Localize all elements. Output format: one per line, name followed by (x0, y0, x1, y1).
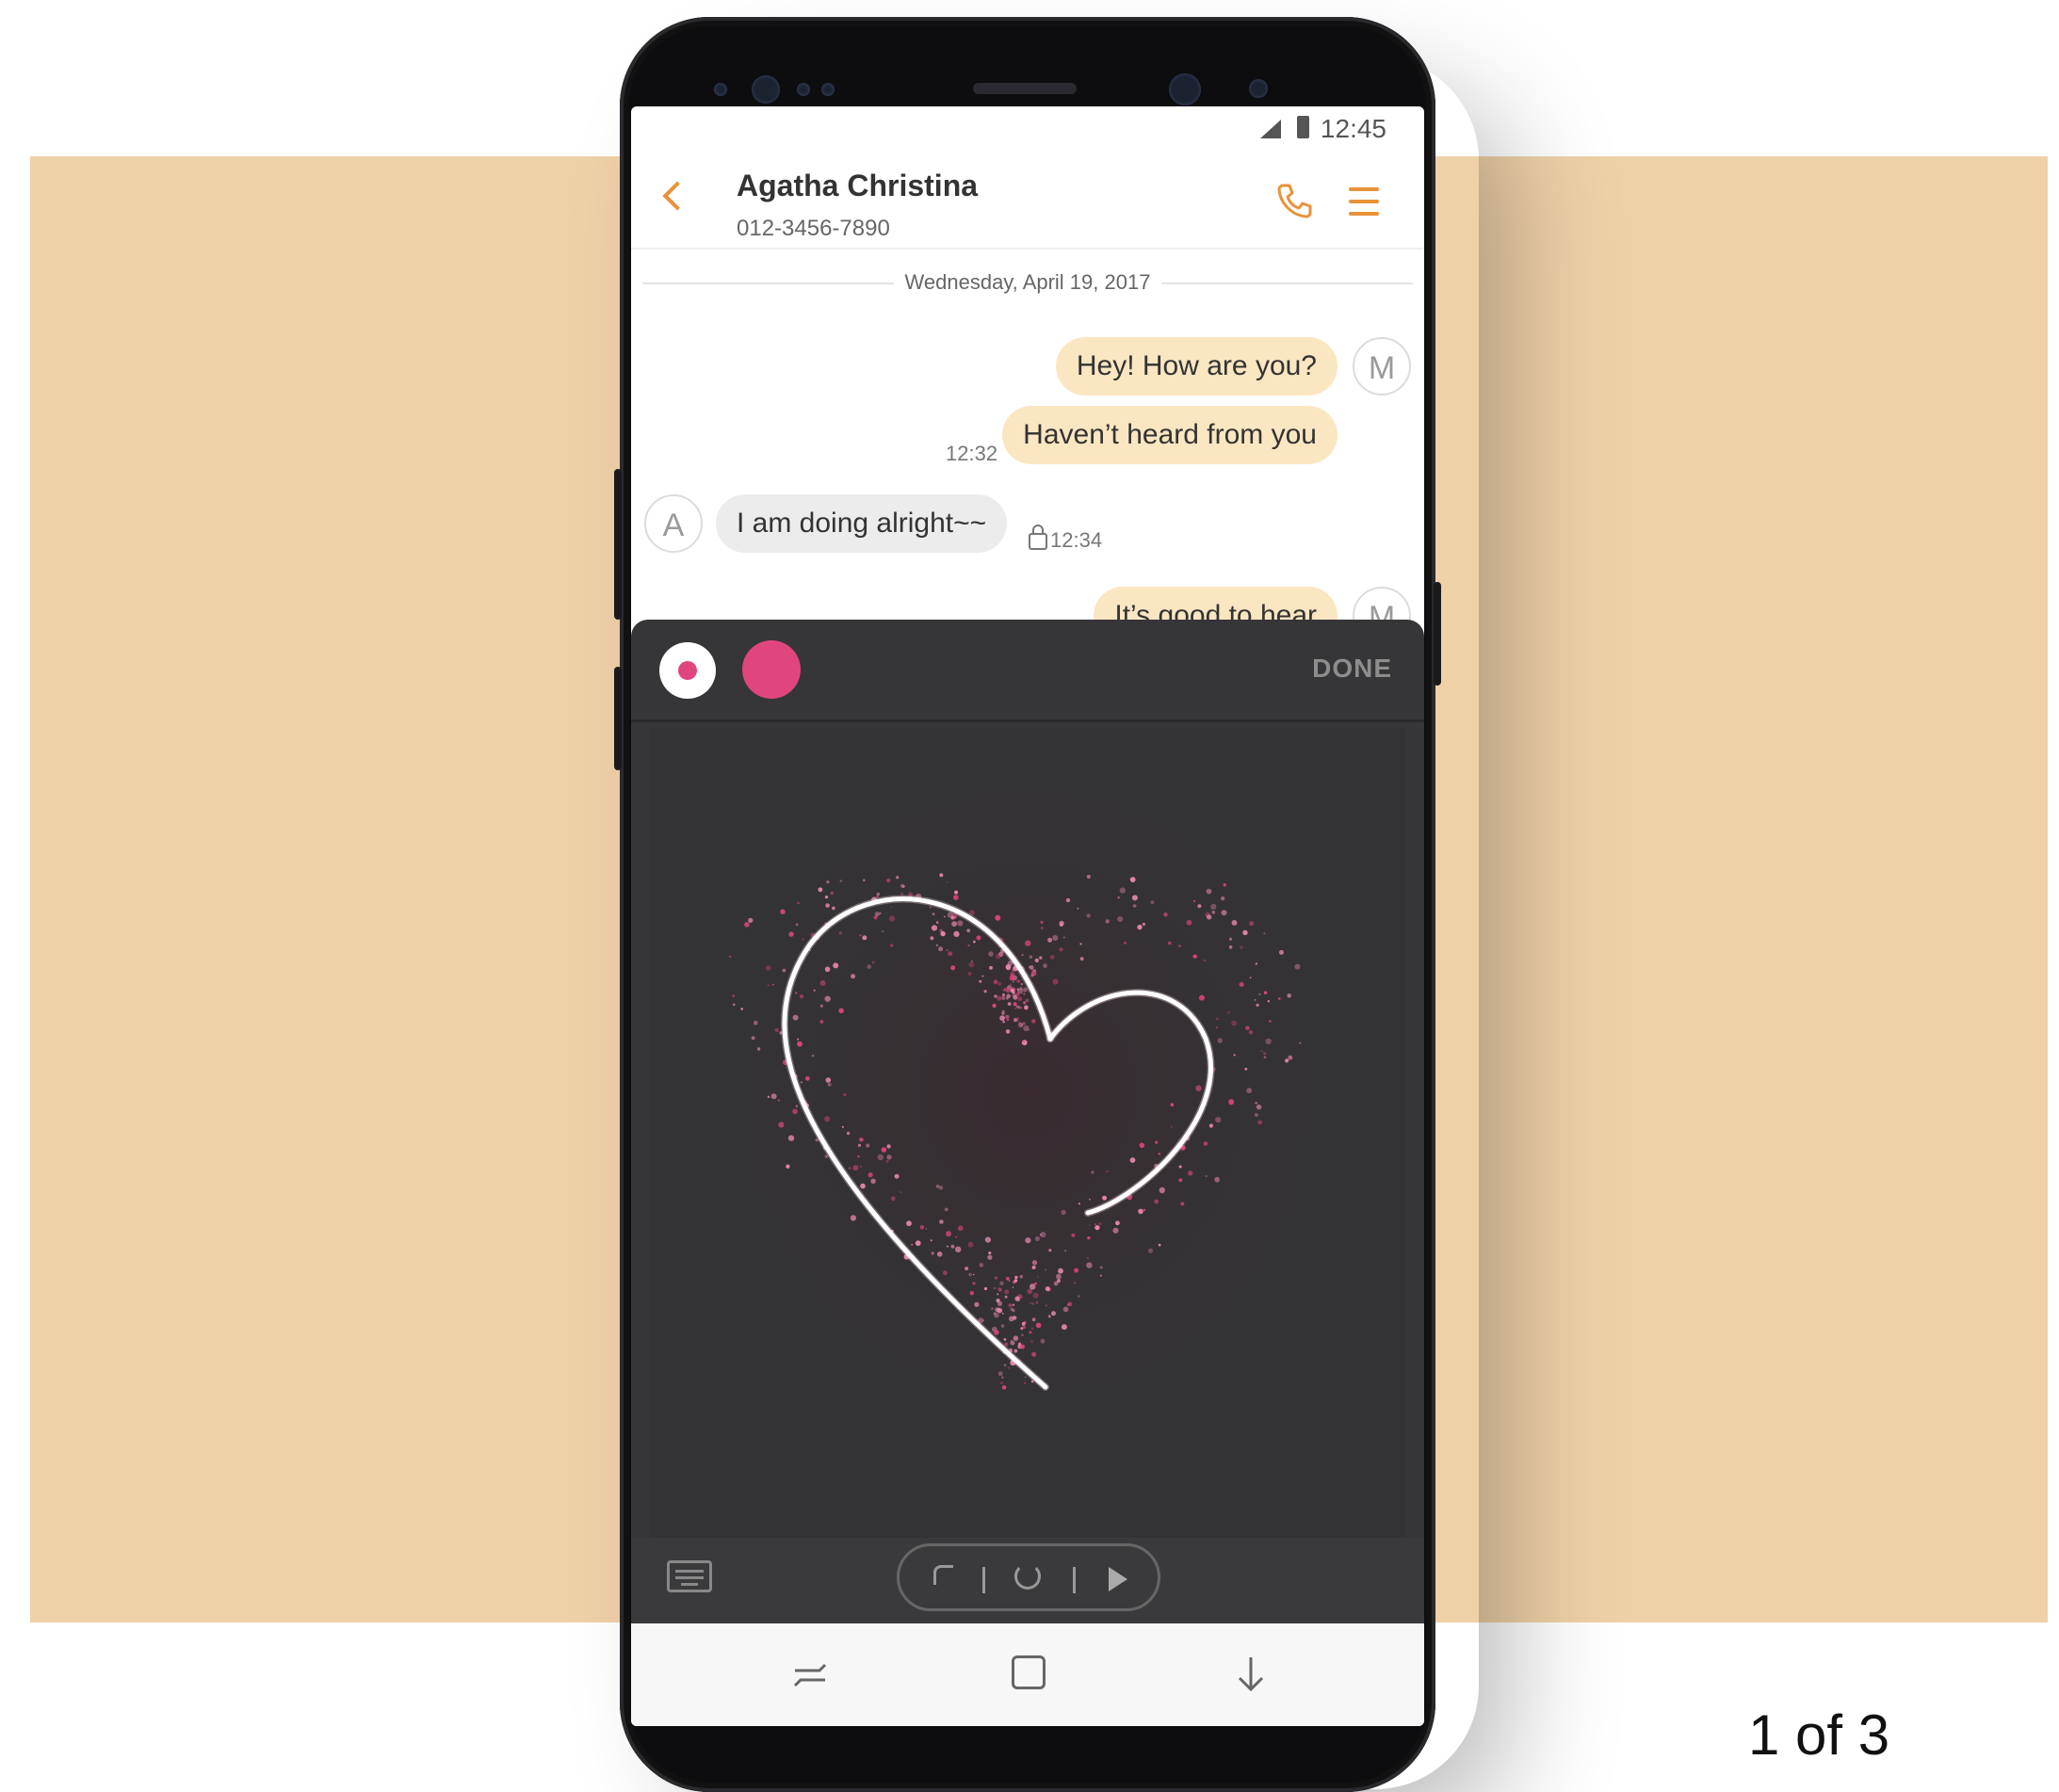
message-bubble-out[interactable]: Haven’t heard from you (1002, 406, 1338, 464)
date-separator: Wednesday, April 19, 2017 (631, 268, 1424, 297)
contact-number: 012-3456-7890 (737, 216, 890, 241)
panel-toolbar: DONE (631, 620, 1424, 722)
done-button[interactable]: DONE (1312, 654, 1392, 684)
lock-icon (1029, 525, 1047, 550)
sensor (797, 83, 810, 96)
front-camera (1169, 73, 1201, 105)
drawing-controls (897, 1543, 1160, 1611)
navigation-bar (631, 1623, 1424, 1726)
status-bar: 12:45 (631, 106, 1424, 144)
avatar-contact[interactable]: A (644, 494, 703, 553)
back-nav-icon[interactable] (1234, 1655, 1268, 1693)
signal-icon (1260, 120, 1281, 138)
battery-icon (1297, 116, 1309, 138)
message-bubble-in[interactable]: I am doing alright~~ (716, 494, 1008, 553)
iris-sensor (752, 75, 780, 104)
sensor (714, 83, 727, 96)
carousel-counter: 1 of 3 (1748, 1703, 1890, 1767)
drawing-canvas[interactable] (650, 728, 1405, 1538)
bixby-button (614, 667, 622, 770)
message-bubble-out[interactable]: Hey! How are you? (1055, 337, 1338, 396)
avatar-me[interactable]: M (1353, 337, 1411, 396)
iris-camera (1249, 79, 1268, 98)
contact-name: Agatha Christina (737, 169, 979, 202)
pen-color-button[interactable] (742, 640, 801, 699)
earpiece-speaker (973, 83, 1077, 94)
phone-call-icon[interactable] (1275, 182, 1313, 219)
date-label: Wednesday, April 19, 2017 (893, 270, 1162, 294)
back-icon[interactable] (662, 181, 692, 211)
conversation-header: Agatha Christina 012-3456-7890 (631, 144, 1424, 250)
phone-device: 12:45 Agatha Christina 012-3456-7890 Wed… (614, 17, 1441, 1792)
keyboard-icon[interactable] (667, 1560, 712, 1592)
reset-icon[interactable] (1014, 1563, 1041, 1590)
pen-effect-button[interactable] (659, 642, 716, 699)
panel-bottom-bar (631, 1538, 1424, 1623)
home-icon[interactable] (1012, 1655, 1046, 1689)
power-button (1434, 582, 1441, 686)
status-time: 12:45 (1320, 114, 1386, 143)
phone-screen: 12:45 Agatha Christina 012-3456-7890 Wed… (631, 106, 1424, 1726)
undo-icon[interactable] (933, 1565, 953, 1585)
volume-button (614, 469, 622, 620)
message-time: 12:34 (1050, 528, 1103, 552)
message-time: 12:32 (946, 442, 998, 465)
menu-icon[interactable] (1349, 187, 1379, 218)
recent-apps-icon[interactable] (791, 1661, 829, 1689)
play-icon[interactable] (1109, 1567, 1127, 1591)
live-message-panel: DONE (631, 620, 1424, 1623)
heart-drawing (650, 728, 1405, 1538)
sensor (821, 83, 835, 96)
